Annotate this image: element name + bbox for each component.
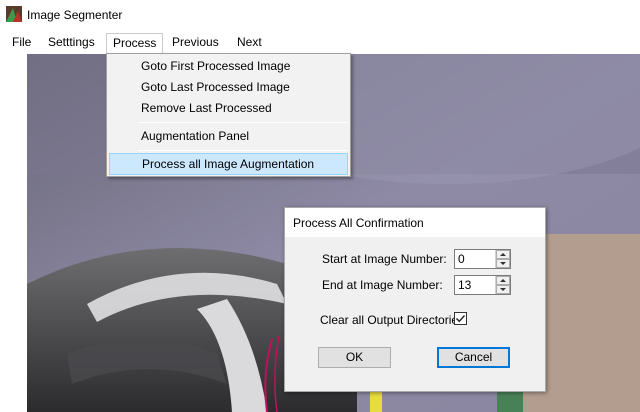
menu-bar: File Setttings Process Previous Next	[0, 30, 640, 54]
menu-next[interactable]: Next	[231, 33, 268, 53]
clear-output-checkbox[interactable]	[454, 312, 467, 325]
app-segmenter-icon	[6, 6, 22, 22]
clear-output-label: Clear all Output Directories	[320, 313, 465, 327]
menu-separator	[138, 122, 348, 123]
menu-separator	[138, 150, 348, 151]
start-image-label: Start at Image Number:	[322, 252, 447, 266]
end-image-label: End at Image Number:	[322, 278, 443, 292]
window-title: Image Segmenter	[27, 8, 123, 22]
cancel-button[interactable]: Cancel	[437, 347, 510, 368]
ok-button[interactable]: OK	[318, 347, 391, 368]
process-menu-dropdown: Goto First Processed Image Goto Last Pro…	[106, 53, 351, 177]
spinner-buttons	[495, 250, 510, 268]
menu-item-remove-last[interactable]: Remove Last Processed	[109, 98, 348, 119]
menu-item-goto-last[interactable]: Goto Last Processed Image	[109, 77, 348, 98]
menu-item-augmentation-panel[interactable]: Augmentation Panel	[109, 126, 348, 147]
start-image-number-spinner[interactable]: 0	[454, 249, 511, 269]
menu-file[interactable]: File	[6, 33, 37, 53]
menu-process[interactable]: Process	[106, 33, 164, 53]
process-all-confirmation-dialog: Process All Confirmation Start at Image …	[284, 207, 546, 392]
end-image-number-spinner[interactable]: 13	[454, 275, 511, 295]
start-image-value[interactable]: 0	[458, 252, 465, 266]
app-window: Image Segmenter File Setttings Process P…	[0, 0, 640, 412]
menu-settings[interactable]: Setttings	[42, 33, 101, 53]
end-image-value[interactable]: 13	[458, 278, 471, 292]
dialog-title: Process All Confirmation	[293, 216, 424, 230]
dialog-title-bar[interactable]: Process All Confirmation	[285, 208, 545, 237]
spin-down-arrow-icon[interactable]	[496, 285, 510, 294]
spin-down-arrow-icon[interactable]	[496, 259, 510, 268]
checkmark-icon	[456, 315, 466, 323]
menu-item-goto-first[interactable]: Goto First Processed Image	[109, 56, 348, 77]
spinner-buttons	[495, 276, 510, 294]
menu-previous[interactable]: Previous	[166, 33, 225, 53]
menu-item-process-all-augmentation[interactable]: Process all Image Augmentation	[109, 153, 348, 175]
spin-up-arrow-icon[interactable]	[496, 276, 510, 285]
spin-up-arrow-icon[interactable]	[496, 250, 510, 259]
title-bar[interactable]: Image Segmenter	[0, 0, 640, 30]
